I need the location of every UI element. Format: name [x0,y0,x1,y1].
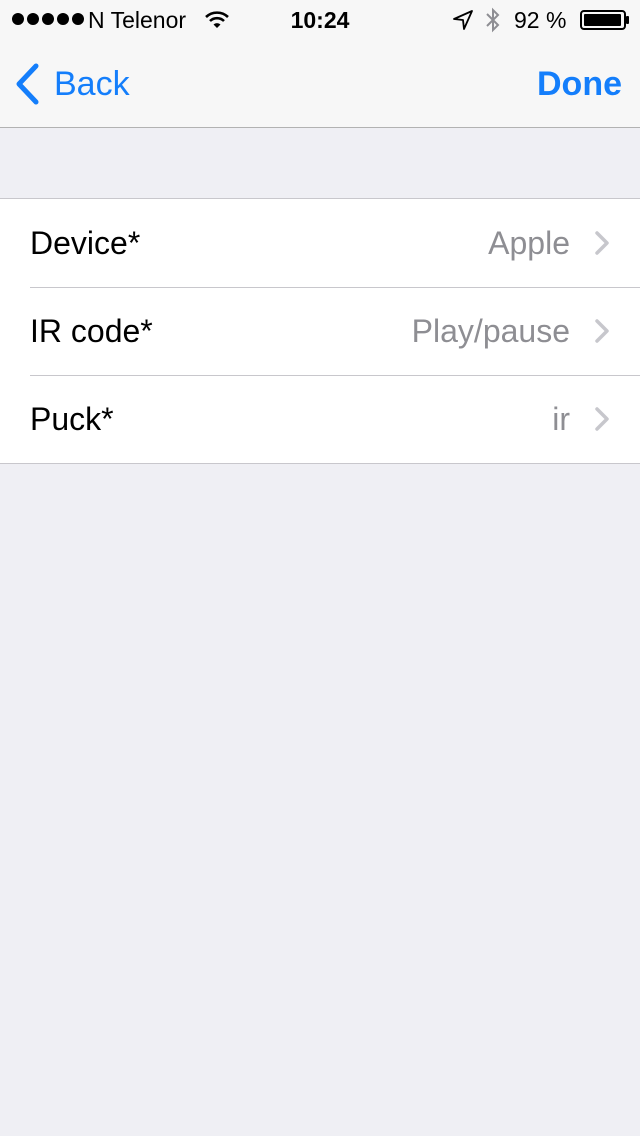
bluetooth-icon [486,7,500,33]
navigation-bar: Back Done [0,40,640,128]
row-label: Device* [30,224,141,261]
done-button[interactable]: Done [537,62,622,106]
chevron-right-icon [595,407,609,431]
chevron-right-icon [595,319,609,343]
status-bar: N Telenor 10:24 92 % [0,0,640,40]
screen: N Telenor 10:24 92 % Back Done Device* A… [0,0,640,1136]
chevron-right-icon [595,231,609,255]
location-arrow-icon [453,10,473,30]
row-value: Play/pause [411,312,570,349]
back-button-label: Back [54,64,130,103]
row-puck[interactable]: Puck* ir [0,375,640,463]
row-label: Puck* [30,400,114,437]
row-label: IR code* [30,312,153,349]
row-ir-code[interactable]: IR code* Play/pause [0,287,640,375]
chevron-left-icon [16,63,39,105]
battery-icon [580,10,629,30]
settings-table: Device* Apple IR code* Play/pause Puck* … [0,198,640,464]
back-button[interactable]: Back [14,62,130,106]
row-device[interactable]: Device* Apple [0,199,640,287]
row-value: Apple [488,224,570,261]
row-value: ir [552,400,570,437]
battery-percentage: 92 % [514,7,567,33]
